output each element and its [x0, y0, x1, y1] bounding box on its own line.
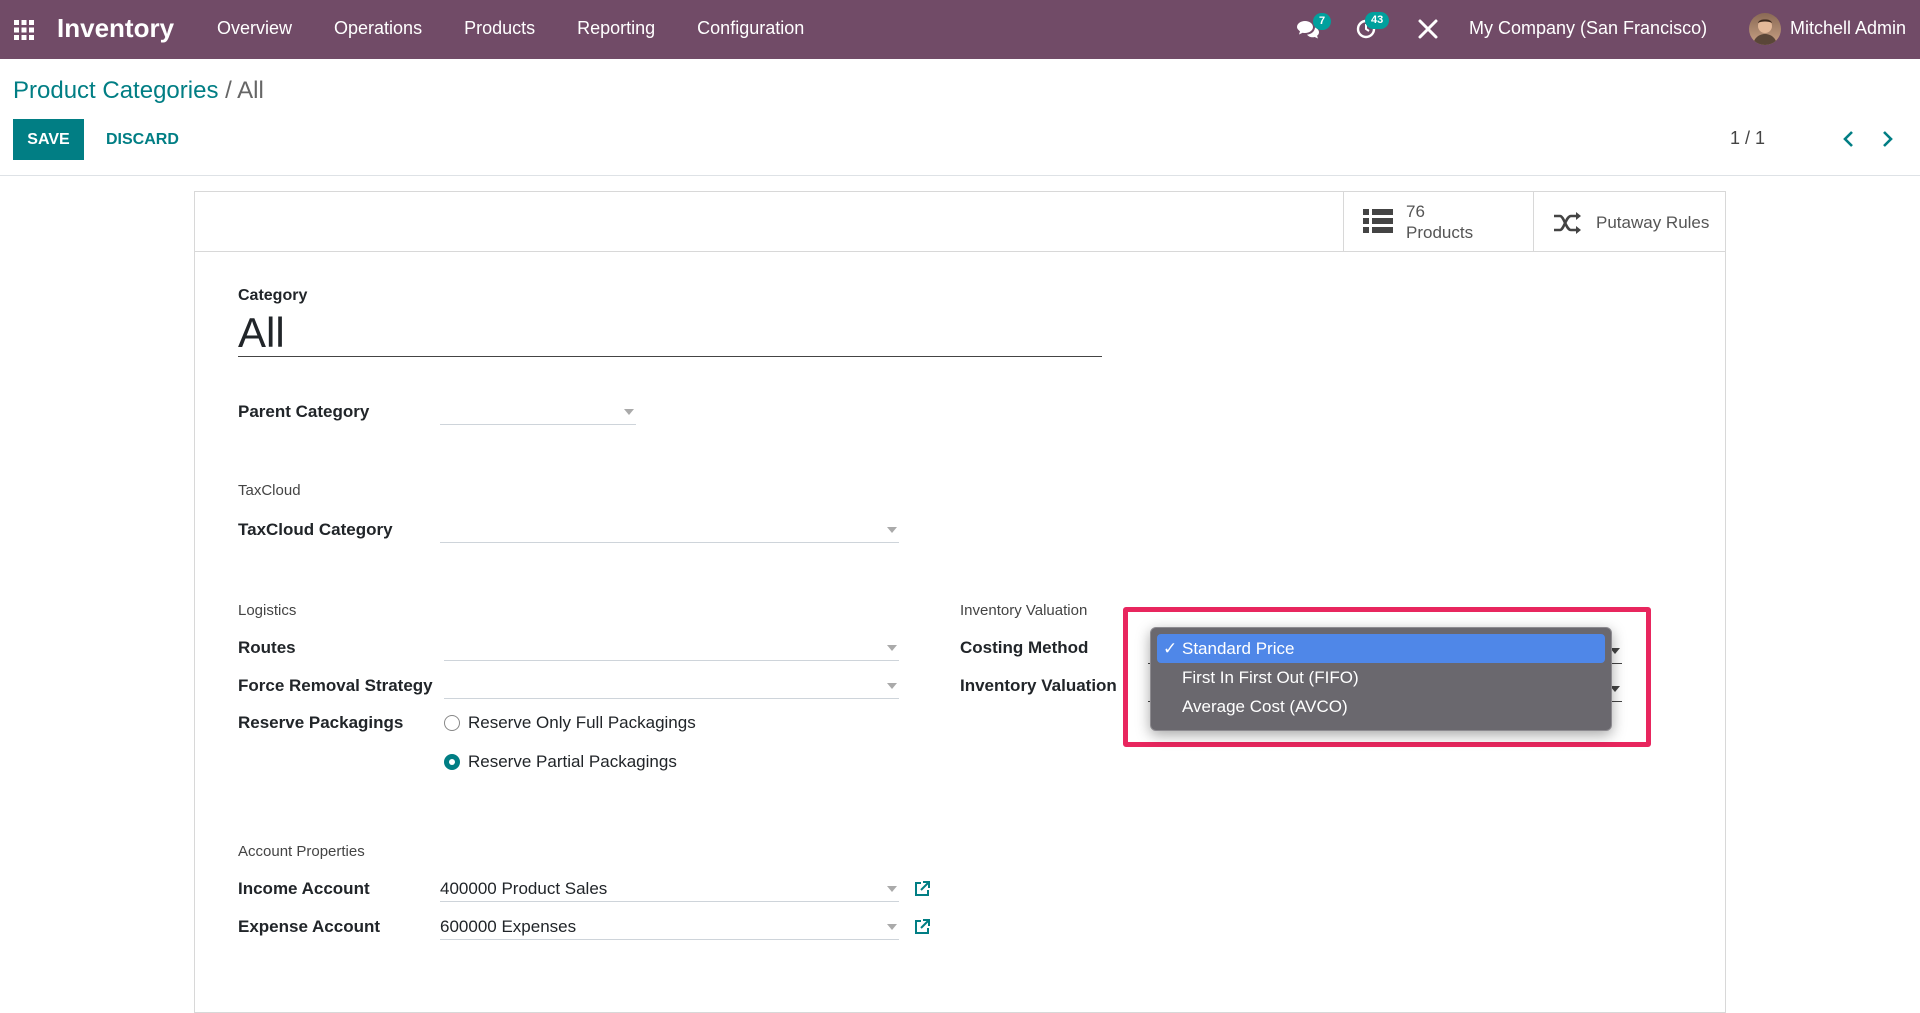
- option-avco[interactable]: Average Cost (AVCO): [1157, 692, 1605, 721]
- income-account-field[interactable]: 400000 Product Sales: [440, 875, 899, 902]
- external-link-icon[interactable]: [913, 880, 931, 898]
- checkmark-icon: ✓: [1163, 639, 1178, 658]
- chevron-down-icon: [887, 645, 897, 651]
- reserve-full-label[interactable]: Reserve Only Full Packagings: [468, 713, 696, 733]
- valuation-section-title: Inventory Valuation: [960, 602, 1088, 619]
- reserve-packagings-label: Reserve Packagings: [238, 713, 404, 732]
- breadcrumb-current: All: [237, 77, 264, 104]
- reserve-full-radio[interactable]: [444, 715, 460, 731]
- discard-button[interactable]: DISCARD: [100, 119, 185, 160]
- costing-method-dropdown: ✓ Standard Price First In First Out (FIF…: [1150, 627, 1612, 731]
- income-account-label: Income Account: [238, 879, 370, 898]
- taxcloud-category-field[interactable]: [440, 516, 899, 543]
- save-button[interactable]: SAVE: [13, 119, 84, 160]
- parent-category-field[interactable]: [440, 398, 636, 425]
- category-label: Category: [238, 287, 308, 304]
- products-label: Products: [1406, 223, 1474, 242]
- pager-next-icon[interactable]: [1880, 129, 1894, 149]
- pager-previous-icon[interactable]: [1842, 129, 1856, 149]
- option-fifo[interactable]: First In First Out (FIFO): [1157, 663, 1605, 692]
- user-menu[interactable]: Mitchell Admin: [1790, 18, 1906, 39]
- form-sheet: 76 Products Putaway Rules Category All P…: [194, 191, 1726, 1013]
- routes-field[interactable]: [444, 634, 899, 661]
- expense-account-field[interactable]: 600000 Expenses: [440, 913, 899, 940]
- main-menu: Overview Operations Products Reporting C…: [196, 0, 825, 59]
- expense-account-label: Expense Account: [238, 917, 381, 936]
- reserve-partial-radio[interactable]: [444, 754, 460, 770]
- breadcrumb-product-categories[interactable]: Product Categories: [13, 77, 218, 104]
- putaway-rules-label: Putaway Rules: [1596, 213, 1710, 232]
- taxcloud-category-label: TaxCloud Category: [238, 520, 393, 539]
- company-switcher[interactable]: My Company (San Francisco): [1469, 18, 1707, 39]
- chevron-down-icon: [887, 886, 897, 892]
- option-label: Standard Price: [1182, 639, 1295, 658]
- option-standard-price[interactable]: ✓ Standard Price: [1157, 634, 1605, 663]
- menu-reporting[interactable]: Reporting: [556, 0, 676, 59]
- menu-overview[interactable]: Overview: [196, 0, 313, 59]
- costing-method-label: Costing Method: [960, 638, 1089, 657]
- avatar-photo-icon: [1753, 19, 1777, 45]
- chevron-down-icon: [887, 683, 897, 689]
- expense-account-value: 600000 Expenses: [440, 917, 577, 936]
- taxcloud-section-title: TaxCloud: [238, 482, 301, 499]
- breadcrumb-separator: /: [225, 77, 232, 104]
- income-account-value: 400000 Product Sales: [440, 879, 608, 898]
- account-section-title: Account Properties: [238, 843, 365, 860]
- putaway-rules-button[interactable]: Putaway Rules: [1533, 192, 1726, 251]
- reserve-partial-label[interactable]: Reserve Partial Packagings: [468, 752, 677, 772]
- removal-strategy-field[interactable]: [444, 672, 899, 699]
- user-avatar[interactable]: [1749, 13, 1781, 45]
- breadcrumb: Product Categories / All: [13, 77, 264, 105]
- logistics-section-title: Logistics: [238, 602, 297, 619]
- option-label: First In First Out (FIFO): [1182, 668, 1359, 687]
- messages-badge: 7: [1313, 13, 1332, 30]
- chevron-down-icon: [624, 409, 634, 415]
- menu-configuration[interactable]: Configuration: [676, 0, 825, 59]
- routes-label: Routes: [238, 638, 296, 657]
- menu-operations[interactable]: Operations: [313, 0, 443, 59]
- external-link-icon[interactable]: [913, 918, 931, 936]
- app-name[interactable]: Inventory: [57, 13, 174, 44]
- removal-strategy-label: Force Removal Strategy: [238, 676, 433, 695]
- smart-button-box: 76 Products Putaway Rules: [195, 192, 1725, 252]
- products-count: 76: [1406, 202, 1425, 221]
- control-panel-divider: [0, 175, 1920, 176]
- inventory-valuation-label: Inventory Valuation: [960, 676, 1117, 695]
- pager-value[interactable]: 1 / 1: [1730, 128, 1765, 149]
- activities-badge: 43: [1365, 12, 1390, 29]
- option-label: Average Cost (AVCO): [1182, 697, 1348, 716]
- chevron-down-icon: [887, 924, 897, 930]
- top-navbar: Inventory Overview Operations Products R…: [0, 0, 1920, 59]
- tools-icon[interactable]: [1417, 18, 1439, 40]
- parent-category-label: Parent Category: [238, 402, 370, 421]
- category-name-input[interactable]: All: [238, 310, 1102, 357]
- shuffle-icon: [1554, 212, 1581, 234]
- apps-grid-icon[interactable]: [12, 18, 36, 42]
- list-icon: [1363, 209, 1393, 233]
- menu-products[interactable]: Products: [443, 0, 556, 59]
- chevron-down-icon: [887, 527, 897, 533]
- products-smart-button[interactable]: 76 Products: [1343, 192, 1534, 251]
